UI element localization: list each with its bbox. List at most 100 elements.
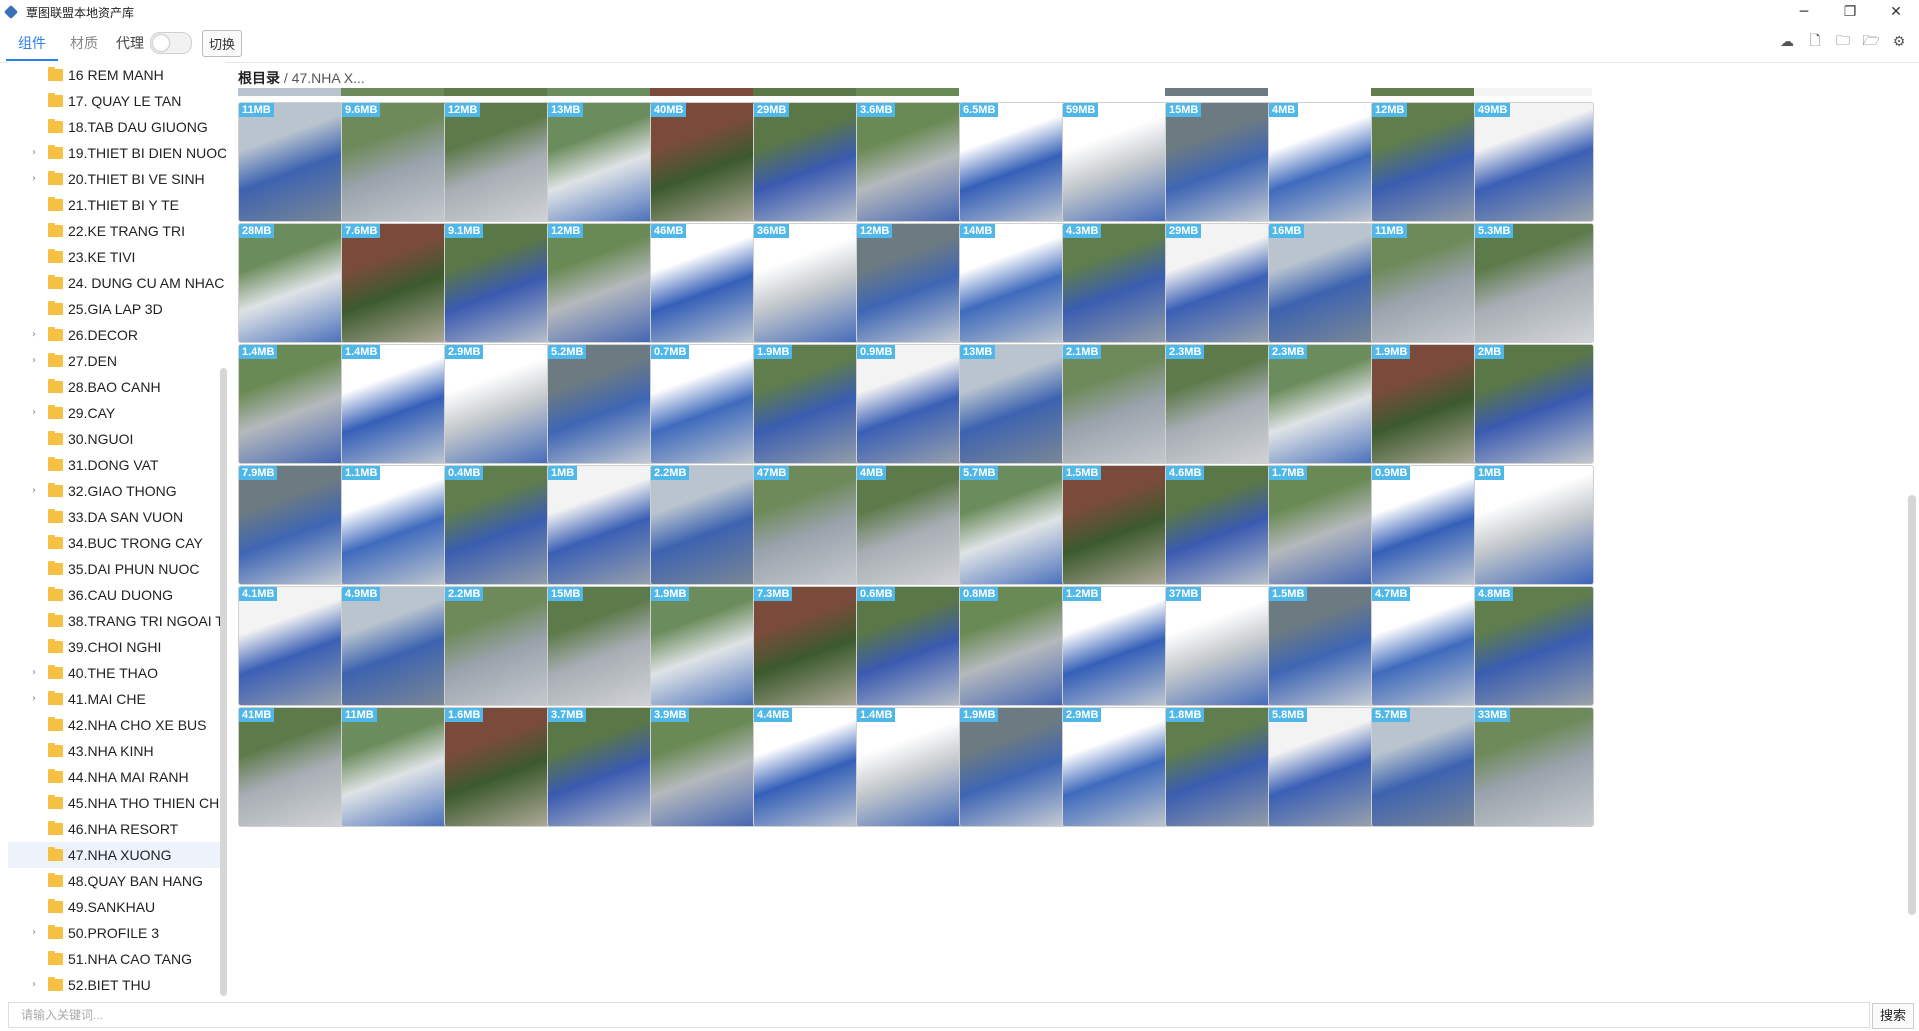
sidebar-item[interactable]: 24. DUNG CU AM NHAC: [8, 270, 226, 296]
sidebar-item[interactable]: › 50.PROFILE 3: [8, 920, 226, 946]
sidebar-item-label: 47.NHA XUONG: [68, 847, 172, 863]
maximize-button[interactable]: ❐: [1827, 0, 1873, 24]
chevron-right-icon[interactable]: ›: [32, 686, 36, 712]
sidebar-item[interactable]: 18.TAB DAU GIUONG: [8, 114, 226, 140]
sidebar-scrollbar[interactable]: [220, 368, 227, 996]
sidebar-item[interactable]: 25.GIA LAP 3D: [8, 296, 226, 322]
asset-tile[interactable]: 33MB: [1472, 707, 1594, 855]
asset-tile[interactable]: 3.7MB: [545, 707, 667, 855]
sidebar-item[interactable]: 22.KE TRANG TRI: [8, 218, 226, 244]
tab-materials[interactable]: 材质: [58, 25, 110, 61]
file-size-badge: 2.2MB: [651, 466, 690, 480]
sidebar-item-label: 19.THIET BI DIEN NUOC: [68, 145, 226, 161]
app-logo-icon: [3, 4, 19, 20]
asset-tile[interactable]: 1.9MB: [957, 707, 1079, 855]
sidebar-item[interactable]: 44.NHA MAI RANH: [8, 764, 226, 790]
sidebar-item[interactable]: 39.CHOI NGHI: [8, 634, 226, 660]
sidebar-item[interactable]: 35.DAI PHUN NUOC: [8, 556, 226, 582]
asset-thumbnail: 4.8MB: [1474, 586, 1594, 706]
sidebar-item[interactable]: 34.BUC TRONG CAY: [8, 530, 226, 556]
sidebar-item[interactable]: › 41.MAI CHE: [8, 686, 226, 712]
search-input[interactable]: [9, 1003, 1883, 1027]
file-size-badge: 4.1MB: [239, 587, 278, 601]
asset-tile[interactable]: 1.8MB: [1163, 707, 1285, 855]
settings-icon[interactable]: ⚙: [1889, 32, 1909, 52]
breadcrumb-root[interactable]: 根目录: [238, 70, 280, 86]
grid-scrollbar[interactable]: [1908, 495, 1916, 915]
asset-tile[interactable]: 1.4MB: [854, 707, 976, 855]
sidebar-item[interactable]: 38.TRANG TRI NGOAI THAT: [8, 608, 226, 634]
sidebar-item[interactable]: 17. QUAY LE TAN: [8, 88, 226, 114]
folder-icon: [48, 639, 63, 653]
asset-tile[interactable]: 5.7MB: [1369, 707, 1491, 855]
chevron-right-icon[interactable]: ›: [32, 140, 36, 166]
file-size-badge: 0.8MB: [960, 587, 999, 601]
sidebar-item-label: 25.GIA LAP 3D: [68, 301, 163, 317]
folder-icon: [48, 977, 63, 991]
asset-tile[interactable]: 11MB: [339, 707, 461, 855]
chevron-right-icon[interactable]: ›: [32, 166, 36, 192]
cloud-icon[interactable]: ☁: [1777, 32, 1797, 52]
sidebar-item[interactable]: › 27.DEN: [8, 348, 226, 374]
chevron-right-icon[interactable]: ›: [32, 972, 36, 996]
sidebar-item[interactable]: 36.CAU DUONG: [8, 582, 226, 608]
asset-tile[interactable]: 4.4MB: [751, 707, 873, 855]
sidebar-item[interactable]: 46.NHA RESORT: [8, 816, 226, 842]
file-size-badge: 4.6MB: [1166, 466, 1205, 480]
sidebar-item[interactable]: 23.KE TIVI: [8, 244, 226, 270]
asset-tile[interactable]: 2.9MB: [1060, 707, 1182, 855]
chevron-right-icon[interactable]: ›: [32, 400, 36, 426]
sidebar-item[interactable]: 45.NHA THO THIEN CHUA: [8, 790, 226, 816]
tab-components[interactable]: 组件: [6, 25, 58, 61]
asset-tile[interactable]: 1.6MB: [442, 707, 564, 855]
sidebar-item[interactable]: › 32.GIAO THONG: [8, 478, 226, 504]
file-size-badge: 2MB: [1475, 345, 1505, 359]
folder-icon: [48, 353, 63, 367]
sidebar-item[interactable]: 43.NHA KINH: [8, 738, 226, 764]
sidebar-item[interactable]: 42.NHA CHO XE BUS: [8, 712, 226, 738]
sidebar-item[interactable]: 47.NHA XUONG: [8, 842, 226, 868]
sidebar-item-label: 22.KE TRANG TRI: [68, 223, 185, 239]
sidebar-item[interactable]: 48.QUAY BAN HANG: [8, 868, 226, 894]
sidebar-item[interactable]: 49.SANKHAU: [8, 894, 226, 920]
sidebar-item[interactable]: 21.THIET BI Y TE: [8, 192, 226, 218]
sidebar-item-label: 43.NHA KINH: [68, 743, 154, 759]
folder-icon: [48, 899, 63, 913]
asset-tile[interactable]: 3.9MB: [648, 707, 770, 855]
minimize-button[interactable]: ─: [1781, 0, 1827, 24]
chevron-right-icon[interactable]: ›: [32, 322, 36, 348]
breadcrumb-current[interactable]: 47.NHA X...: [292, 70, 365, 86]
open-folder-icon[interactable]: 🗁: [1861, 32, 1881, 52]
file-size-badge: 6.5MB: [960, 103, 999, 117]
sidebar-item[interactable]: 28.BAO CANH: [8, 374, 226, 400]
chevron-right-icon[interactable]: ›: [32, 920, 36, 946]
folder-icon: [48, 587, 63, 601]
folder-icon: [48, 327, 63, 341]
chevron-right-icon[interactable]: ›: [32, 660, 36, 686]
sidebar-item[interactable]: 16 REM MANH: [8, 62, 226, 88]
close-button[interactable]: ✕: [1873, 0, 1919, 24]
asset-tile[interactable]: 41MB: [236, 707, 358, 855]
sidebar-item[interactable]: › 26.DECOR: [8, 322, 226, 348]
asset-tile[interactable]: 5.8MB: [1266, 707, 1388, 855]
sidebar-item[interactable]: › 40.THE THAO: [8, 660, 226, 686]
sidebar-item[interactable]: › 29.CAY: [8, 400, 226, 426]
sidebar-item-label: 24. DUNG CU AM NHAC: [68, 275, 225, 291]
file-size-badge: 1.1MB: [342, 466, 381, 480]
search-button[interactable]: 搜索: [1872, 1003, 1914, 1029]
sidebar-item[interactable]: 33.DA SAN VUON: [8, 504, 226, 530]
file-size-badge: 9.1MB: [445, 224, 484, 238]
sidebar-item[interactable]: 30.NGUOI: [8, 426, 226, 452]
new-folder-icon[interactable]: 🗀: [1833, 32, 1853, 52]
sidebar-item[interactable]: 51.NHA CAO TANG: [8, 946, 226, 972]
new-file-icon[interactable]: 🗋: [1805, 32, 1825, 52]
proxy-toggle[interactable]: [150, 32, 192, 54]
chevron-right-icon[interactable]: ›: [32, 348, 36, 374]
sidebar-item-label: 38.TRANG TRI NGOAI THAT: [68, 613, 226, 629]
switch-button[interactable]: 切换: [202, 29, 243, 57]
sidebar-item[interactable]: › 52.BIET THU: [8, 972, 226, 996]
sidebar-item[interactable]: › 20.THIET BI VE SINH: [8, 166, 226, 192]
sidebar-item[interactable]: › 19.THIET BI DIEN NUOC: [8, 140, 226, 166]
chevron-right-icon[interactable]: ›: [32, 478, 36, 504]
sidebar-item[interactable]: 31.DONG VAT: [8, 452, 226, 478]
